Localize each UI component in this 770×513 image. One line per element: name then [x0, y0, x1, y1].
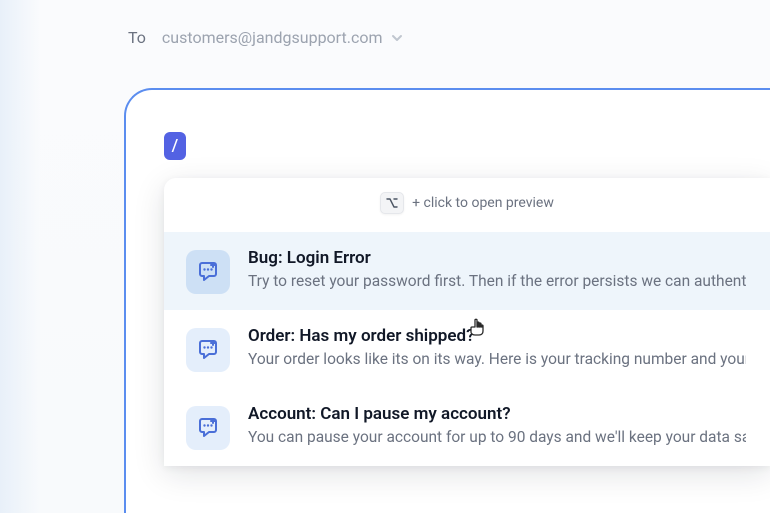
suggestions-panel: + click to open preview Bug: Login Error…	[164, 178, 770, 466]
suggestion-description: Try to reset your password first. Then i…	[248, 272, 746, 290]
suggestion-description: Your order looks like its on its way. He…	[248, 350, 746, 368]
suggestion-item[interactable]: Account: Can I pause my account? You can…	[164, 388, 770, 466]
to-email-value: customers@jandgsupport.com	[162, 28, 383, 47]
suggestion-text: Order: Has my order shipped? Your order …	[248, 326, 746, 368]
canned-response-icon	[186, 250, 230, 294]
to-email-dropdown[interactable]: customers@jandgsupport.com	[162, 28, 405, 47]
suggestion-item[interactable]: Bug: Login Error Try to reset your passw…	[164, 232, 770, 310]
slash-command-badge: /	[164, 132, 186, 160]
left-gradient	[0, 0, 40, 513]
canned-response-icon	[186, 406, 230, 450]
option-key-icon	[380, 192, 404, 214]
chevron-down-icon	[390, 31, 404, 45]
preview-hint: + click to open preview	[164, 178, 770, 232]
suggestion-title: Order: Has my order shipped?	[248, 326, 746, 346]
preview-hint-text: + click to open preview	[412, 195, 554, 211]
suggestion-text: Account: Can I pause my account? You can…	[248, 404, 746, 446]
suggestion-item[interactable]: Order: Has my order shipped? Your order …	[164, 310, 770, 388]
to-label: To	[128, 28, 146, 47]
canned-response-icon	[186, 328, 230, 372]
suggestion-description: You can pause your account for up to 90 …	[248, 428, 746, 446]
suggestion-title: Account: Can I pause my account?	[248, 404, 746, 424]
suggestion-text: Bug: Login Error Try to reset your passw…	[248, 248, 746, 290]
compose-area[interactable]: / + click to open preview Bug	[124, 88, 770, 513]
suggestion-title: Bug: Login Error	[248, 248, 746, 268]
recipient-row: To customers@jandgsupport.com	[128, 28, 404, 47]
